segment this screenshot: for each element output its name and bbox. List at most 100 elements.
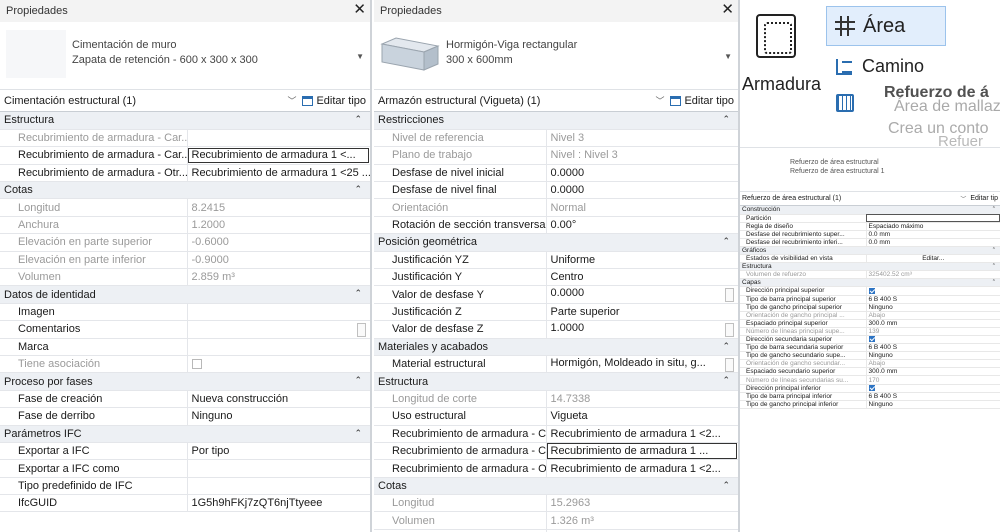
rebar-button-label[interactable]: Armadura [742,74,821,95]
collapse-caret-icon[interactable]: ⌃ [354,184,362,195]
edit-type-button[interactable]: Editar tipo [670,95,734,107]
property-value[interactable]: Ninguno [187,407,370,426]
collapse-caret-icon[interactable]: ⌃ [722,375,730,386]
property-value[interactable]: Ninguno [866,400,1000,409]
chevron-down-icon[interactable]: ﹀ [655,94,664,107]
group-header-posicion-geometrica[interactable]: Posición geométrica ⌃ [374,233,738,252]
instance-filter[interactable]: Cimentación estructural (1) ﹀ Editar tip… [0,90,370,112]
collapse-caret-icon[interactable]: ⌃ [722,480,730,491]
property-value[interactable] [187,338,370,356]
collapse-caret-icon[interactable]: ⌃ [354,114,362,125]
fabric-area-button[interactable] [836,94,862,112]
property-value[interactable]: 6 B 400 S [866,295,1000,304]
collapse-caret-icon[interactable]: ⌃ [354,375,362,386]
rebar-icon[interactable] [756,14,796,58]
area-reinforcement-button[interactable]: Área [826,6,946,46]
chevron-down-icon[interactable]: ﹀ [287,94,296,107]
checkbox[interactable] [868,384,875,391]
property-value[interactable] [187,459,370,478]
group-header-cotas[interactable]: Cotas ⌃ [0,181,370,200]
property-value[interactable]: Ninguno [866,351,1000,361]
group-header-restricciones[interactable]: Restricciones ⌃ [374,112,738,130]
collapse-caret-icon[interactable]: ⌃ [992,263,996,270]
collapse-caret-icon[interactable]: ⌃ [992,206,996,213]
group-header-parametros-ifc[interactable]: Parámetros IFC ⌃ [0,425,370,443]
property-value[interactable]: 1.0000 [546,320,738,339]
group-header-graficos[interactable]: Gráficos ⌃ [740,246,1000,256]
property-value[interactable]: 0.00° [546,216,738,235]
property-value[interactable]: 1G5h9hFKj7zQT6njTtyeee [187,494,370,513]
property-value[interactable]: Por tipo [187,442,370,461]
property-value[interactable]: Recubrimiento de armadura 1 <2... [546,459,738,478]
collapse-caret-icon[interactable]: ⌃ [722,236,730,247]
dropdown-arrow-icon[interactable]: ▼ [724,52,732,61]
property-value[interactable]: Editar... [866,254,1000,264]
group-header-materiales-y-acabados[interactable]: Materiales y acabados ⌃ [374,338,738,356]
group-header-capas[interactable]: Capas ⌃ [740,278,1000,288]
type-selector[interactable]: Refuerzo de área estructural Refuerzo de… [740,148,1000,192]
cell-browse-button[interactable] [725,357,734,372]
instance-filter-label[interactable]: Refuerzo de área estructural (1) [742,195,960,202]
property-value[interactable]: Recubrimiento de armadura 1 ... [546,442,738,461]
property-value[interactable]: Ninguno [866,303,1000,312]
checkbox[interactable] [868,336,875,343]
group-header-estructura[interactable]: Estructura ⌃ [740,262,1000,272]
property-value[interactable]: 0.0000 [546,164,738,183]
cell-browse-button[interactable] [725,288,734,303]
property-value[interactable] [866,335,1000,345]
property-value[interactable] [866,214,1000,223]
property-value[interactable]: Uniforme [546,251,738,270]
type-selector[interactable]: Hormigón-Viga rectangular 300 x 600mm ▼ [374,22,738,90]
property-value[interactable]: Recubrimiento de armadura 1 <... [187,146,370,165]
property-value[interactable] [187,320,370,339]
group-header-cotas[interactable]: Cotas ⌃ [374,477,738,496]
group-header-proceso-por-fases[interactable]: Proceso por fases ⌃ [0,372,370,391]
cell-browse-button[interactable] [357,322,366,337]
property-value[interactable]: Espaciado máximo [866,222,1000,231]
property-value[interactable]: 0.0000 [546,285,738,304]
collapse-caret-icon[interactable]: ⌃ [992,247,996,254]
group-header-estructura[interactable]: Estructura ⌃ [374,372,738,391]
property-value[interactable]: Recubrimiento de armadura 1 <2... [546,425,738,443]
property-value[interactable]: 0.0 mm [866,238,1000,247]
instance-filter-label[interactable]: Cimentación estructural (1) [4,95,287,107]
close-icon[interactable]: ✕ [353,2,366,18]
property-value[interactable] [187,303,370,322]
collapse-caret-icon[interactable]: ⌃ [722,341,730,352]
checkbox[interactable] [191,359,202,370]
edit-type-button[interactable]: Editar tipo [302,95,366,107]
collapse-caret-icon[interactable]: ⌃ [722,114,730,125]
property-value[interactable]: Parte superior [546,303,738,322]
checkbox[interactable] [868,287,875,294]
instance-filter[interactable]: Armazón estructural (Vigueta) (1) ﹀ Edit… [374,90,738,112]
chevron-down-icon[interactable]: ﹀ [960,194,966,203]
collapse-caret-icon[interactable]: ⌃ [992,279,996,286]
group-header-construccion[interactable]: Construcción ⌃ [740,206,1000,215]
collapse-caret-icon[interactable]: ⌃ [354,428,362,439]
cell-browse-button[interactable] [725,322,734,337]
property-value[interactable]: Vigueta [546,407,738,426]
property-value[interactable]: 6 B 400 S [866,392,1000,401]
close-icon[interactable]: ✕ [721,2,734,18]
property-value[interactable]: 0.0 mm [866,230,1000,239]
property-value[interactable] [866,384,1000,393]
property-value[interactable] [187,477,370,496]
property-value[interactable] [866,286,1000,296]
property-value[interactable]: Recubrimiento de armadura 1 <25 ... [187,164,370,183]
collapse-caret-icon[interactable]: ⌃ [354,288,362,299]
group-header-estructura[interactable]: Estructura ⌃ [0,112,370,130]
property-value[interactable]: 300.0 mm [866,367,1000,377]
path-reinforcement-button[interactable]: Camino [836,56,924,77]
property-value[interactable]: 6 B 400 S [866,343,1000,353]
edit-type-button[interactable]: Editar tip [970,195,998,202]
property-value[interactable]: 0.0000 [546,181,738,200]
instance-filter[interactable]: Refuerzo de área estructural (1) ﹀ Edita… [740,192,1000,206]
property-value[interactable]: 300.0 mm [866,319,1000,328]
group-header-datos-de-identidad[interactable]: Datos de identidad ⌃ [0,285,370,304]
dropdown-arrow-icon[interactable]: ▼ [356,52,364,61]
property-value[interactable]: Hormigón, Moldeado in situ, g... [546,355,738,374]
property-value[interactable]: Centro [546,268,738,287]
type-selector[interactable]: Cimentación de muro Zapata de retención … [0,22,370,90]
property-value[interactable]: Nueva construcción [187,390,370,409]
instance-filter-label[interactable]: Armazón estructural (Vigueta) (1) [378,95,655,107]
